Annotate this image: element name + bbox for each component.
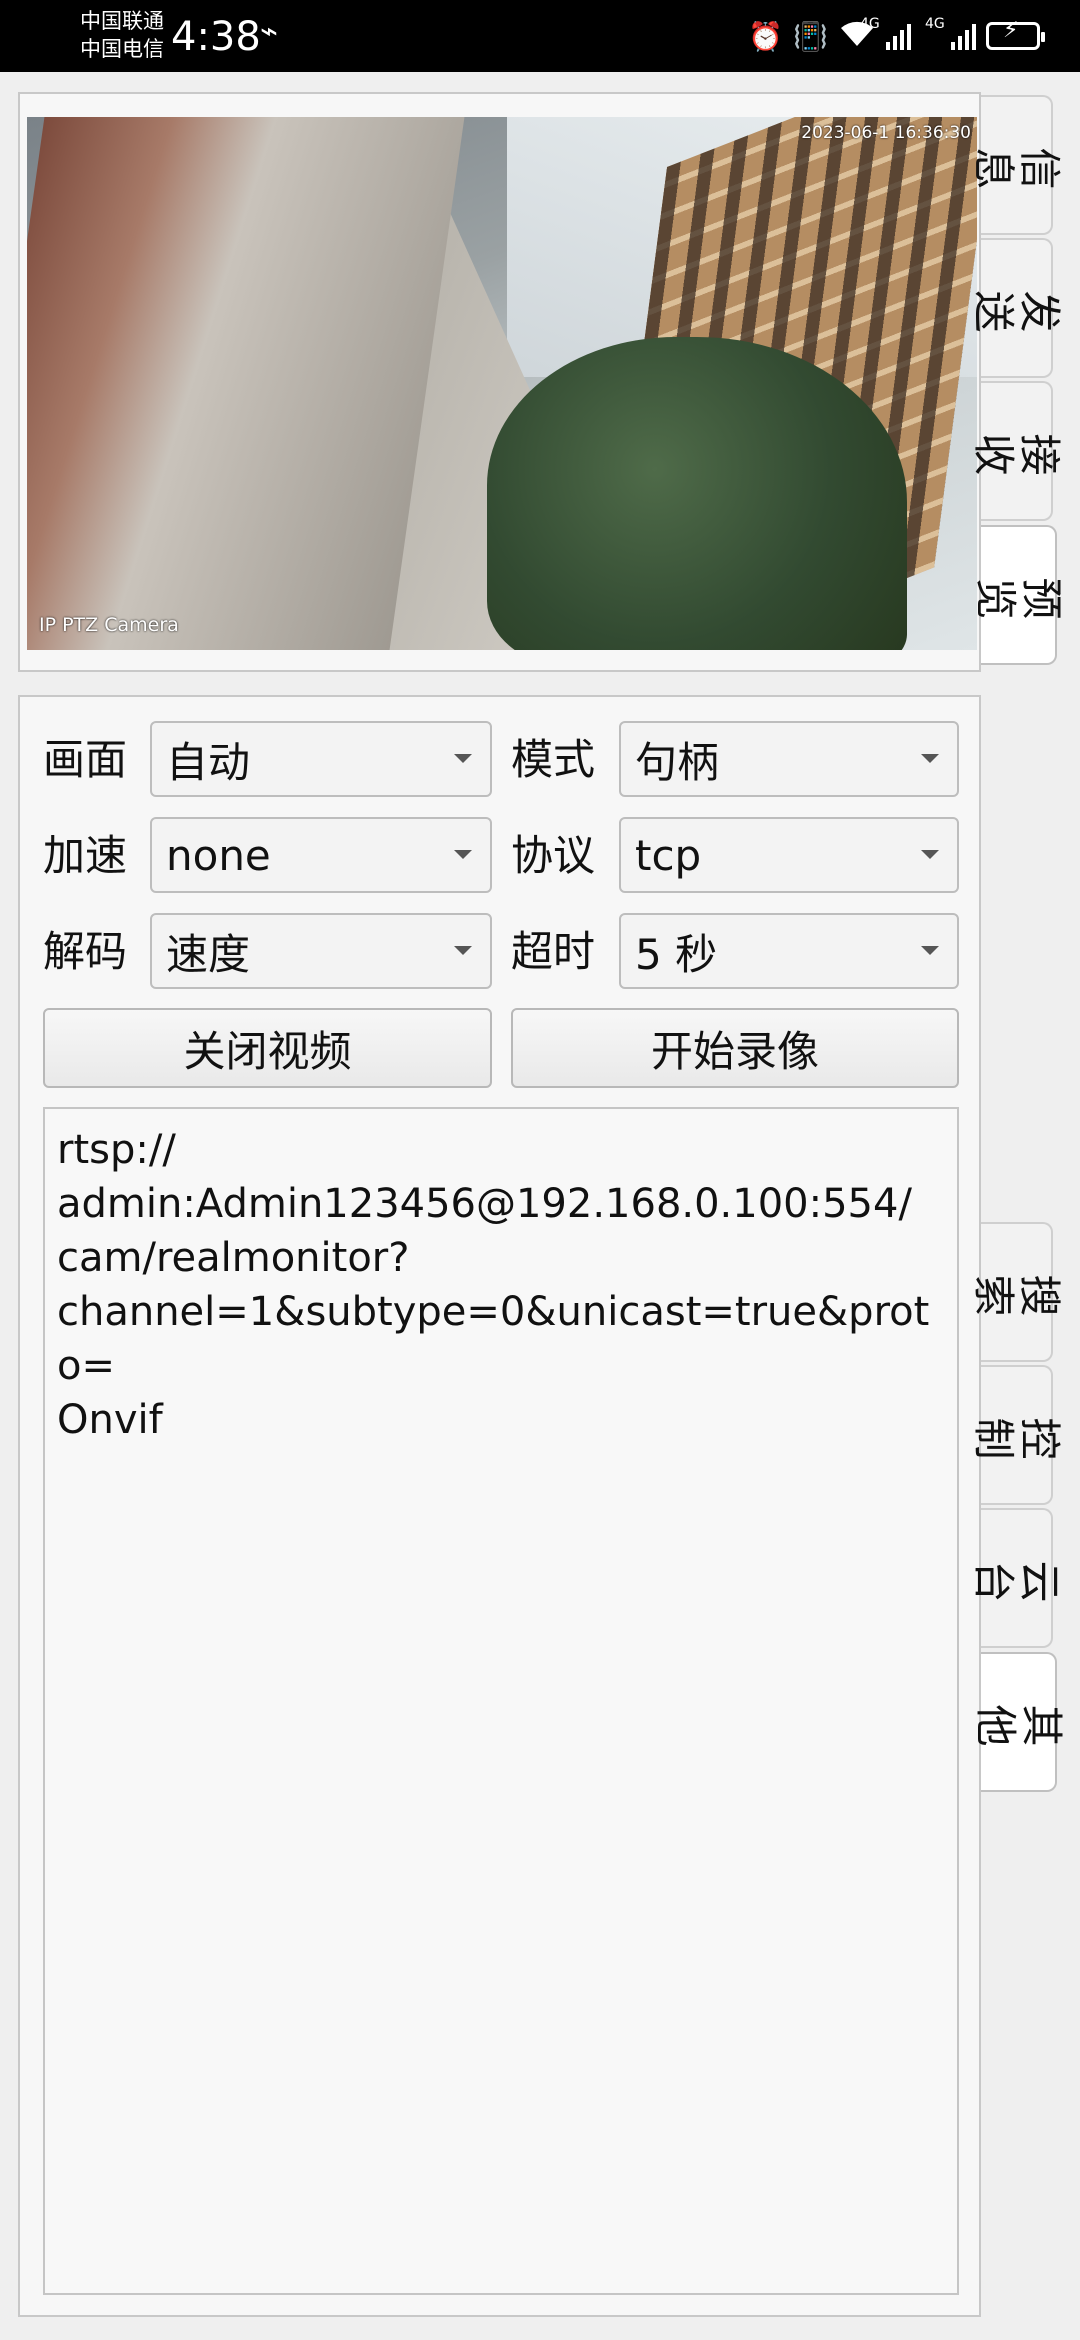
tab-search[interactable]: 搜索 xyxy=(970,1222,1062,1362)
tab-preview[interactable]: 预览 xyxy=(972,525,1064,665)
status-icons: ⏰ 📳 4G 4G ⚡ xyxy=(748,14,1045,58)
url-line: channel=1&subtype=0&unicast=true&proto= xyxy=(57,1289,930,1389)
timeout-select[interactable]: 5 秒 xyxy=(619,913,959,989)
video-timestamp: 2023-06-1 16:36:30 xyxy=(801,123,971,143)
tab-other[interactable]: 其他 xyxy=(972,1652,1064,1792)
tab-ptz[interactable]: 云台 xyxy=(970,1508,1062,1648)
signal-icon-2: 4G xyxy=(925,16,976,50)
decode-label: 解码 xyxy=(43,927,128,976)
mode-select[interactable]: 句柄 xyxy=(619,721,959,797)
video-tree xyxy=(487,337,907,650)
start-record-button[interactable]: 开始录像 xyxy=(511,1008,959,1088)
accel-label: 加速 xyxy=(43,831,128,880)
chevron-down-icon xyxy=(921,754,939,763)
usb-icon: ⌁ xyxy=(260,14,279,49)
tab-send[interactable]: 发送 xyxy=(970,238,1062,378)
chevron-down-icon xyxy=(454,946,472,955)
protocol-select[interactable]: tcp xyxy=(619,817,959,893)
battery-charging-icon: ⚡ xyxy=(986,18,1045,50)
tab-info[interactable]: 信息 xyxy=(970,95,1062,235)
picture-label: 画面 xyxy=(43,735,128,784)
video-wall xyxy=(27,117,465,650)
alarm-icon: ⏰ xyxy=(748,19,784,53)
carrier-2: 中国电信 xyxy=(80,37,164,61)
vibrate-icon: 📳 xyxy=(793,19,828,53)
clock: 4:38 xyxy=(171,14,261,60)
tab-receive[interactable]: 接收 xyxy=(970,381,1062,521)
url-line: admin:Admin123456@192.168.0.100:554/ xyxy=(57,1181,912,1227)
carrier-1: 中国联通 xyxy=(80,9,164,33)
protocol-label: 协议 xyxy=(511,831,596,880)
carrier-info: 中国联通 中国电信 xyxy=(80,7,164,63)
video-osd-label: IP PTZ Camera xyxy=(39,614,179,636)
picture-select[interactable]: 自动 xyxy=(150,721,492,797)
chevron-down-icon xyxy=(921,946,939,955)
rtsp-url-textarea[interactable]: rtsp:// admin:Admin123456@192.168.0.100:… xyxy=(43,1107,959,2295)
chevron-down-icon xyxy=(921,850,939,859)
decode-select[interactable]: 速度 xyxy=(150,913,492,989)
chevron-down-icon xyxy=(454,754,472,763)
chevron-down-icon xyxy=(454,850,472,859)
close-video-button[interactable]: 关闭视频 xyxy=(43,1008,492,1088)
url-line: Onvif xyxy=(57,1397,163,1443)
url-line: rtsp:// xyxy=(57,1127,176,1173)
url-line: cam/realmonitor? xyxy=(57,1235,410,1281)
signal-icon-1: 4G xyxy=(860,16,911,50)
tab-control[interactable]: 控制 xyxy=(970,1365,1062,1505)
video-preview[interactable]: 2023-06-1 16:36:30 IP PTZ Camera xyxy=(27,117,977,650)
timeout-label: 超时 xyxy=(511,927,596,976)
mode-label: 模式 xyxy=(511,735,596,784)
accel-select[interactable]: none xyxy=(150,817,492,893)
status-bar: 中国联通 中国电信 4:38 ⌁ ⏰ 📳 4G 4G ⚡ xyxy=(0,0,1080,72)
